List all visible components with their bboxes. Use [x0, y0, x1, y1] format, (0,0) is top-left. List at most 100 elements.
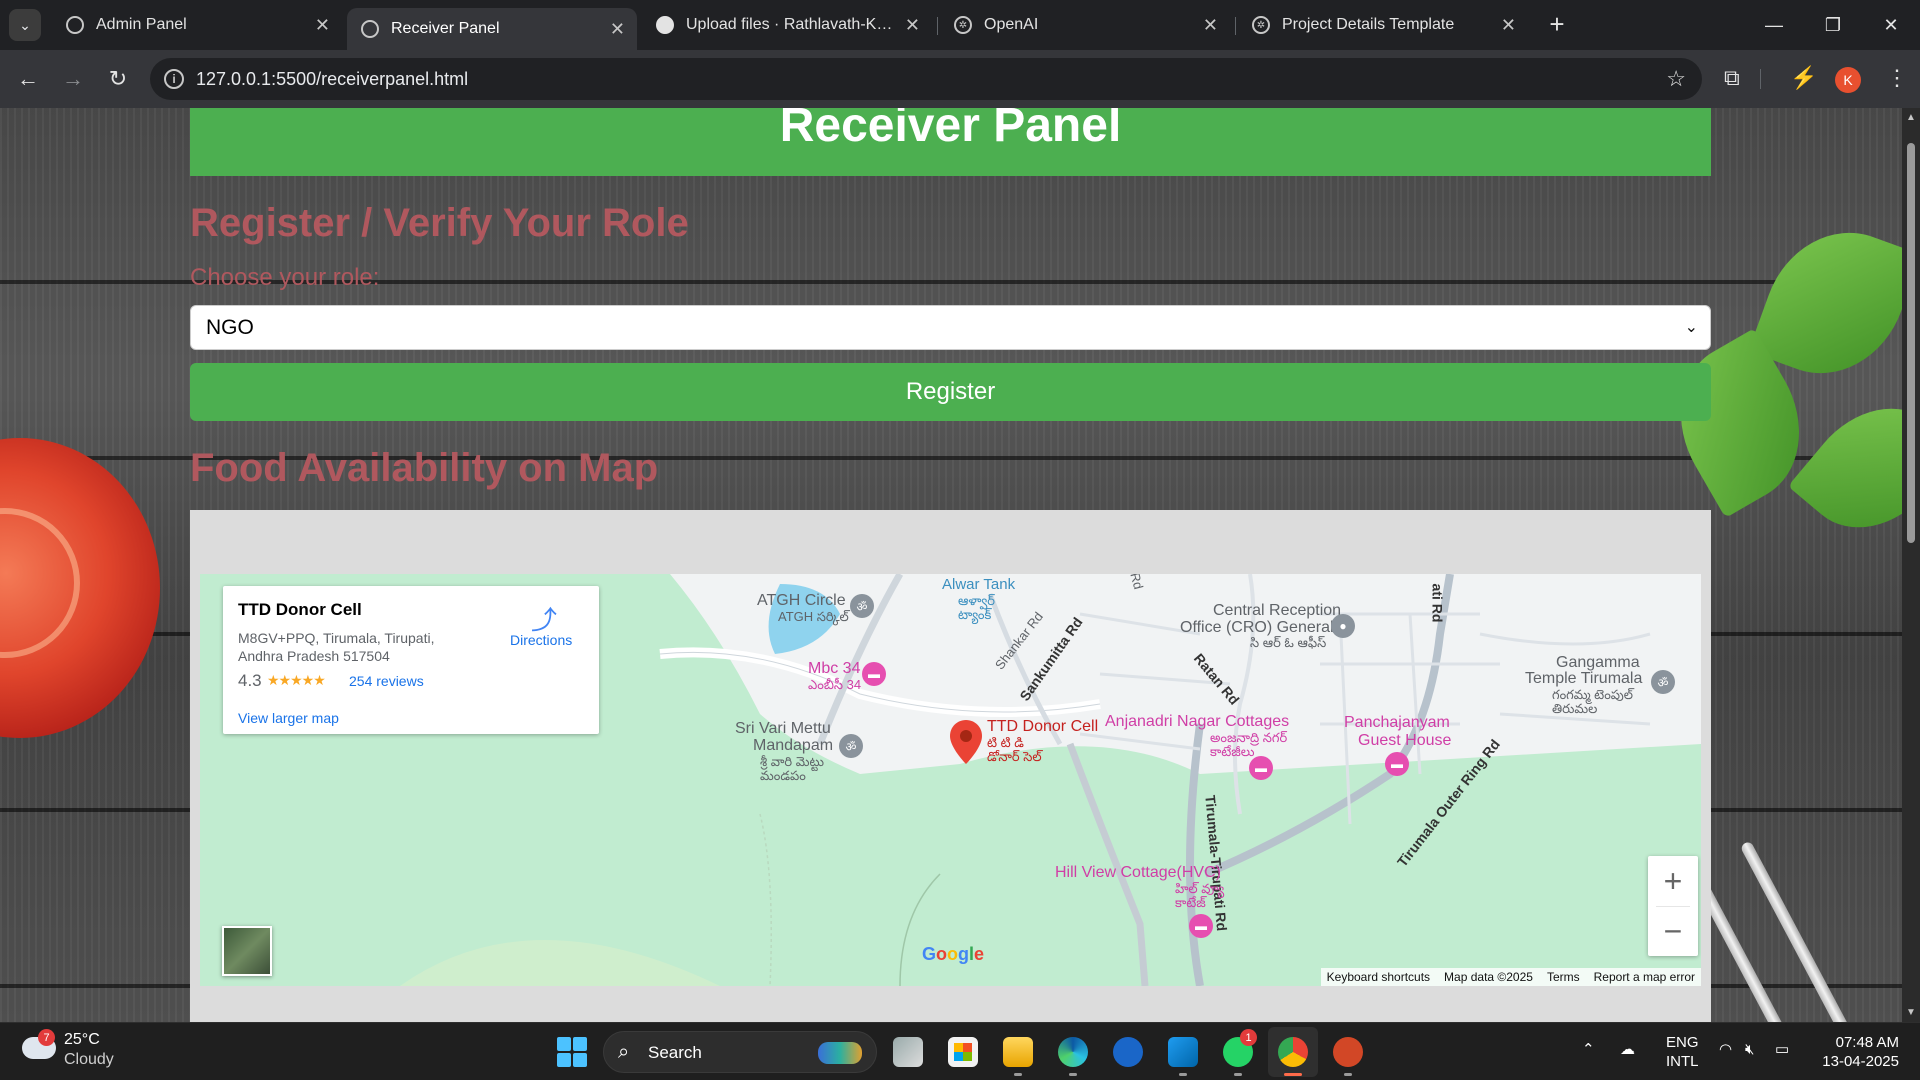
close-icon[interactable]: ✕	[610, 19, 625, 40]
globe-icon	[361, 20, 379, 38]
hotel-pin-icon[interactable]: ▬	[862, 662, 886, 686]
minimize-icon: —	[1765, 14, 1783, 35]
tab-project-details[interactable]: ✲ Project Details Template ✕	[1238, 8, 1528, 42]
map-label: Temple Tirumala	[1525, 670, 1643, 687]
weather-desc[interactable]: Cloudy	[64, 1051, 114, 1069]
minimize-button[interactable]: —	[1751, 8, 1797, 42]
hotel-pin-icon[interactable]: ▬	[1249, 756, 1273, 780]
register-button[interactable]: Register	[190, 363, 1711, 421]
reviews-link[interactable]: 254 reviews	[349, 673, 424, 689]
scrollbar-thumb[interactable]	[1907, 143, 1915, 543]
menu-dots-icon[interactable]: ⋮	[1886, 65, 1908, 91]
close-icon[interactable]: ✕	[315, 15, 330, 36]
weather-badge: 7	[38, 1029, 55, 1046]
tab-search-button[interactable]: ⌄	[9, 9, 41, 41]
chevron-down-icon: ⌄	[1684, 319, 1698, 336]
map-label: Guest House	[1358, 732, 1452, 749]
zoom-in-button[interactable]: +	[1648, 856, 1698, 906]
map-label: Mandapam	[753, 737, 834, 754]
close-icon[interactable]: ✕	[905, 15, 920, 36]
map-label: టి టి డి డోనార్ సెల్	[987, 735, 1042, 764]
close-icon[interactable]: ✕	[1501, 15, 1516, 36]
extensions-icon[interactable]: ⧉	[1724, 65, 1740, 91]
page-scrollbar[interactable]: ▲ ▼	[1902, 108, 1920, 1022]
tab-openai[interactable]: ✲ OpenAI ✕	[940, 8, 1230, 42]
map-label: TTD Donor Cell	[987, 718, 1099, 735]
weather-temp[interactable]: 25°C	[64, 1031, 100, 1049]
directions-link[interactable]: Directions	[510, 632, 572, 648]
profile-initial: K	[1843, 72, 1853, 88]
location-marker-icon[interactable]	[950, 720, 982, 764]
location-pin-icon[interactable]: ●	[1331, 614, 1355, 638]
windows-taskbar: 7 25°C Cloudy ⌕ Search 1 ⌃ ☁ ENG INTL ◠ …	[0, 1022, 1920, 1080]
role-selected-value: NGO	[206, 315, 254, 339]
zoom-out-button[interactable]: −	[1648, 906, 1698, 956]
microsoft-store-icon[interactable]	[948, 1037, 978, 1067]
openai-icon: ✲	[954, 16, 972, 34]
place-rating: 4.3	[238, 671, 262, 690]
search-text: Search	[648, 1043, 702, 1062]
satellite-toggle-button[interactable]	[222, 926, 272, 976]
taskbar-search[interactable]: ⌕ Search	[603, 1031, 877, 1073]
task-view-icon[interactable]	[893, 1037, 923, 1067]
tab-receiver-panel[interactable]: Receiver Panel ✕	[347, 8, 637, 50]
powerpoint-icon[interactable]	[1333, 1037, 1363, 1067]
clock-time: 07:48 AM	[1835, 1034, 1899, 1051]
map-container: TTD Donor Cell M8GV+PPQ, Tirumala, Tirup…	[190, 510, 1711, 1022]
browser-toolbar: ← → ↻ i 127.0.0.1:5500/receiverpanel.htm…	[0, 50, 1920, 108]
language-indicator[interactable]: ENG INTL	[1666, 1033, 1699, 1071]
close-window-button[interactable]: ✕	[1868, 8, 1914, 42]
view-larger-map-link[interactable]: View larger map	[238, 710, 339, 726]
performance-icon[interactable]: ⚡	[1790, 65, 1817, 91]
forward-button[interactable]: →	[55, 61, 91, 97]
clock[interactable]: 07:48 AM 13-04-2025	[1815, 1033, 1899, 1071]
chevron-up-icon[interactable]: ⌃	[1582, 1040, 1595, 1059]
terms-link[interactable]: Terms	[1547, 970, 1580, 984]
windows-start-button[interactable]	[557, 1037, 587, 1067]
map-label: Hill View Cottage(HVC)	[1055, 864, 1221, 881]
reload-button[interactable]: ↻	[100, 61, 136, 97]
url-text[interactable]: 127.0.0.1:5500/receiverpanel.html	[196, 69, 468, 90]
google-map[interactable]: TTD Donor Cell M8GV+PPQ, Tirumala, Tirup…	[200, 574, 1701, 986]
site-info-icon[interactable]: i	[164, 69, 184, 89]
register-button-label: Register	[905, 378, 996, 405]
temple-pin-icon[interactable]: ॐ	[839, 734, 863, 758]
keyboard-shortcuts-link[interactable]: Keyboard shortcuts	[1327, 970, 1430, 984]
restore-icon: ❐	[1824, 14, 1842, 35]
lang-line-2: INTL	[1666, 1053, 1699, 1070]
vscode-icon[interactable]	[1168, 1037, 1198, 1067]
map-label: Panchajanyam	[1344, 714, 1450, 731]
new-tab-button[interactable]: +	[1543, 10, 1571, 38]
tab-title: OpenAI	[984, 16, 1039, 33]
edge-icon[interactable]	[1058, 1037, 1088, 1067]
battery-icon[interactable]: ▭	[1775, 1040, 1789, 1059]
chrome-icon[interactable]	[1278, 1037, 1308, 1067]
role-select[interactable]: NGO ⌄	[190, 305, 1711, 350]
profile-avatar[interactable]: K	[1835, 67, 1861, 93]
temple-pin-icon[interactable]: ॐ	[850, 594, 874, 618]
role-label: Choose your role:	[190, 264, 380, 291]
hotel-pin-icon[interactable]: ▬	[1385, 752, 1409, 776]
hotel-pin-icon[interactable]: ▬	[1189, 914, 1213, 938]
temple-pin-icon[interactable]: ॐ	[1651, 670, 1675, 694]
whatsapp-badge: 1	[1240, 1029, 1257, 1046]
close-icon[interactable]: ✕	[1203, 15, 1218, 36]
volume-muted-icon[interactable]: 🔇︎	[1745, 1040, 1754, 1059]
address-bar[interactable]: i 127.0.0.1:5500/receiverpanel.html ☆	[150, 58, 1702, 100]
tab-title: Project Details Template	[1282, 16, 1455, 33]
wifi-icon[interactable]: ◠	[1719, 1040, 1732, 1059]
report-map-error-link[interactable]: Report a map error	[1594, 970, 1695, 984]
restore-button[interactable]: ❐	[1810, 8, 1856, 42]
map-label: ఎంబీసీ 34	[808, 677, 862, 692]
bookmark-star-icon[interactable]: ☆	[1666, 66, 1686, 92]
back-button[interactable]: ←	[10, 61, 46, 97]
rating-stars: ★★★★★	[267, 672, 326, 688]
tab-upload-files[interactable]: Upload files · Rathlavath-Kavya ✕	[642, 8, 932, 42]
tab-admin-panel[interactable]: Admin Panel ✕	[52, 8, 342, 42]
dell-icon[interactable]	[1113, 1037, 1143, 1067]
road-label: ati Rd	[1429, 583, 1446, 623]
map-label: సి ఆర్ ఓ ఆఫీస్	[1250, 635, 1327, 650]
file-explorer-icon[interactable]	[1003, 1037, 1033, 1067]
onedrive-cloud-icon[interactable]: ☁	[1620, 1040, 1635, 1059]
zoom-controls: + −	[1648, 856, 1698, 956]
